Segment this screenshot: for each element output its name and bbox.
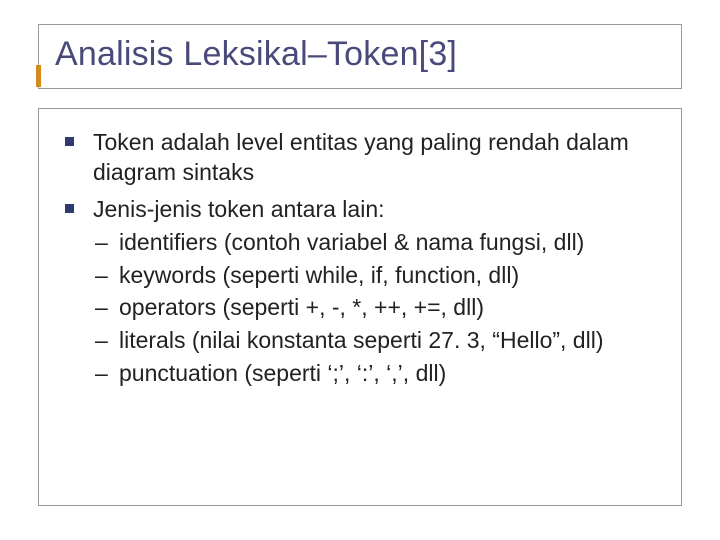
- bullet-list: Token adalah level entitas yang paling r…: [61, 127, 661, 389]
- slide: Analisis Leksikal–Token[3] Token adalah …: [0, 0, 720, 540]
- sub-list-item-text: keywords (seperti while, if, function, d…: [119, 262, 519, 288]
- square-bullet-icon: [65, 204, 74, 213]
- sub-list-item-text: literals (nilai konstanta seperti 27. 3,…: [119, 327, 603, 353]
- sub-list-item: keywords (seperti while, if, function, d…: [93, 259, 661, 292]
- title-box: Analisis Leksikal–Token[3]: [38, 24, 682, 89]
- square-bullet-icon: [65, 137, 74, 146]
- sub-list: identifiers (contoh variabel & nama fung…: [93, 226, 661, 389]
- list-item: Jenis-jenis token antara lain: identifie…: [61, 194, 661, 390]
- list-item: Token adalah level entitas yang paling r…: [61, 127, 661, 188]
- list-item-text: Token adalah level entitas yang paling r…: [93, 129, 629, 185]
- body-box: Token adalah level entitas yang paling r…: [38, 108, 682, 506]
- sub-list-item-text: operators (seperti +, -, *, ++, +=, dll): [119, 294, 484, 320]
- sub-list-item: punctuation (seperti ‘;’, ‘:’, ‘,’, dll): [93, 357, 661, 390]
- sub-list-item: literals (nilai konstanta seperti 27. 3,…: [93, 324, 661, 357]
- sub-list-item-text: identifiers (contoh variabel & nama fung…: [119, 229, 584, 255]
- sub-list-item-text: punctuation (seperti ‘;’, ‘:’, ‘,’, dll): [119, 360, 446, 386]
- sub-list-item: identifiers (contoh variabel & nama fung…: [93, 226, 661, 259]
- sub-list-item: operators (seperti +, -, *, ++, +=, dll): [93, 291, 661, 324]
- list-item-text: Jenis-jenis token antara lain:: [93, 196, 385, 222]
- slide-title: Analisis Leksikal–Token[3]: [55, 35, 665, 74]
